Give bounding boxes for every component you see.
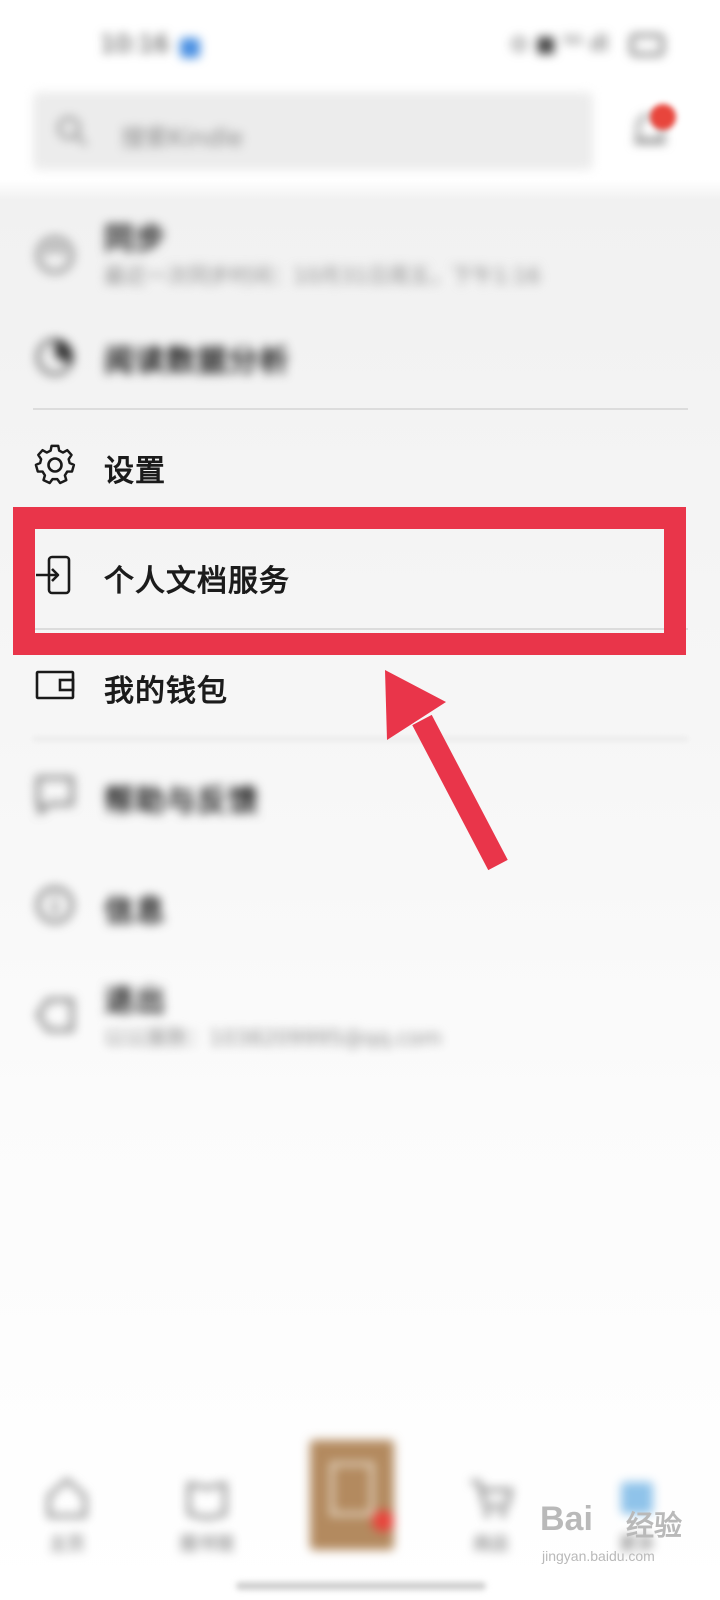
search-placeholder: 搜索Kindle bbox=[121, 124, 244, 152]
watermark-brand: Bai bbox=[540, 1500, 593, 1538]
pointer-arrow-icon bbox=[385, 670, 508, 871]
status-bar: 10:16 ⊙ ■ ⁵ᴳ ıll bbox=[0, 0, 720, 90]
highlight-box bbox=[13, 507, 686, 655]
battery-icon bbox=[630, 34, 664, 56]
menu-item-logout[interactable]: 退出 以以展数：1038209995@qq.com bbox=[0, 966, 720, 1076]
menu-item-label: 阅读数据分析 bbox=[104, 344, 290, 379]
notification-dot-icon bbox=[180, 38, 200, 58]
menu-item-label: 同步 bbox=[104, 222, 166, 257]
current-book-badge bbox=[372, 1510, 394, 1532]
menu-item-feedback[interactable]: 帮助与反馈 bbox=[0, 740, 720, 850]
gear-icon bbox=[34, 444, 76, 485]
logout-icon bbox=[36, 998, 74, 1032]
nav-item-library[interactable]: 图书馆 bbox=[162, 1476, 252, 1586]
current-book-icon bbox=[330, 1462, 374, 1516]
search-icon bbox=[57, 116, 88, 147]
status-time: 10:16 bbox=[100, 30, 170, 58]
wallet-icon bbox=[35, 670, 75, 700]
info-icon bbox=[36, 886, 74, 924]
nav-item-store[interactable]: 商店 bbox=[446, 1476, 536, 1586]
menu-item-info[interactable]: 信息 bbox=[0, 850, 720, 960]
watermark-brand-cn: 经验 bbox=[626, 1509, 683, 1542]
cart-icon bbox=[471, 1480, 513, 1517]
menu-item-label: 信息 bbox=[104, 894, 166, 929]
menu-item-sublabel: 以以展数：1038209995@qq.com bbox=[104, 1026, 442, 1050]
menu-item-label: 我的钱包 bbox=[104, 674, 228, 709]
reading-stats-icon bbox=[36, 338, 74, 376]
watermark-url: jingyan.baidu.com bbox=[542, 1548, 655, 1564]
feedback-icon bbox=[36, 776, 74, 816]
menu-item-label: 设置 bbox=[104, 454, 166, 489]
home-icon bbox=[47, 1477, 87, 1518]
baidu-jingyan-watermark: Bai 经验 jingyan.baidu.com bbox=[540, 1500, 700, 1580]
menu-item-reading-stats[interactable]: 阅读数据分析 bbox=[0, 302, 720, 412]
notification-badge bbox=[650, 104, 676, 130]
menu-item-label: 退出 bbox=[104, 984, 166, 1019]
menu-item-settings[interactable]: 设置 bbox=[0, 410, 720, 520]
library-icon bbox=[187, 1482, 227, 1520]
nav-label: 商店 bbox=[473, 1534, 509, 1555]
search-input[interactable]: 搜索Kindle bbox=[33, 92, 593, 170]
nav-label: 图书馆 bbox=[180, 1534, 234, 1555]
menu-item-sublabel: 最近一次同步时间：10月31日周五，下午1:16 bbox=[104, 264, 541, 288]
current-book-cover[interactable] bbox=[310, 1440, 394, 1550]
menu-item-sync[interactable]: 同步 最近一次同步时间：10月31日周五，下午1:16 bbox=[0, 200, 720, 310]
signal-indicators: ⊙ ■ ⁵ᴳ ıll bbox=[510, 32, 609, 57]
home-indicator bbox=[236, 1582, 486, 1590]
nav-item-home[interactable]: 主页 bbox=[22, 1476, 112, 1586]
menu-item-label: 帮助与反馈 bbox=[104, 784, 259, 819]
nav-label: 主页 bbox=[49, 1534, 85, 1555]
sync-icon bbox=[36, 236, 74, 274]
